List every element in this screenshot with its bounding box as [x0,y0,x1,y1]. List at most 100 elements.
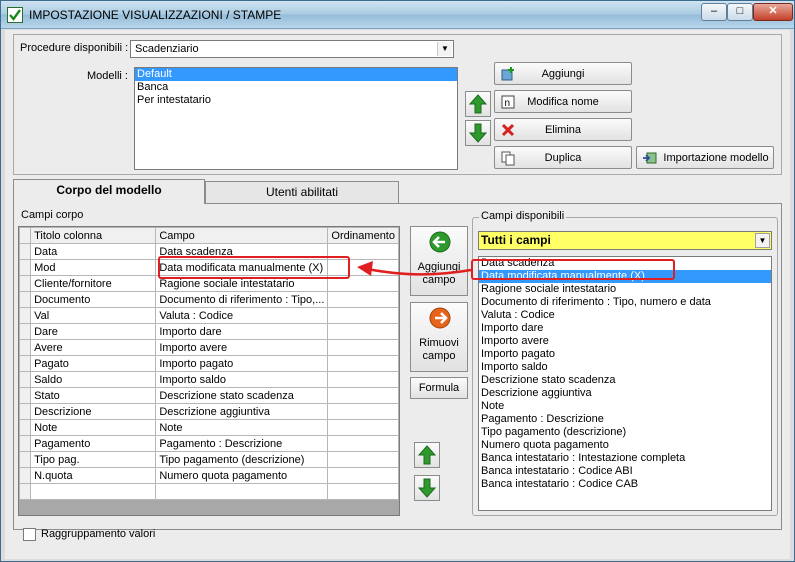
cell-ordinamento[interactable] [327,419,399,436]
cell-ordinamento[interactable] [327,403,399,420]
column-header-ordinamento[interactable]: Ordinamento [327,227,399,244]
table-row[interactable]: Descrizione Descrizione aggiuntiva [18,403,399,420]
table-row[interactable]: Val Valuta : Codice [18,307,399,324]
cell-titolo[interactable]: N.quota [30,467,157,484]
cell-ordinamento[interactable] [327,387,399,404]
list-item[interactable]: Per intestatario [135,94,457,107]
list-item[interactable]: Valuta : Codice [479,309,771,322]
rimuovi-campo-button[interactable]: Rimuovi campo [410,302,468,372]
column-header-campo[interactable]: Campo [155,227,329,244]
aggiungi-campo-button[interactable]: Aggiungi campo [410,226,468,296]
list-item[interactable]: Banca [135,81,457,94]
row-header-cell[interactable] [18,339,32,356]
formula-button[interactable]: Formula [410,377,468,399]
list-item[interactable]: Banca intestatario : Codice ABI [479,465,771,478]
cell-titolo[interactable]: Note [30,419,157,436]
row-header-cell[interactable] [18,451,32,468]
cell-campo[interactable] [155,483,329,500]
list-item[interactable]: Numero quota pagamento [479,439,771,452]
table-row[interactable]: Pagamento Pagamento : Descrizione [18,435,399,452]
cell-titolo[interactable]: Documento [30,291,157,308]
column-header-titolo[interactable]: Titolo colonna [30,227,157,244]
cell-titolo[interactable]: Stato [30,387,157,404]
table-row[interactable]: Note Note [18,419,399,436]
elimina-button[interactable]: Elimina [494,118,632,141]
table-row[interactable]: N.quota Numero quota pagamento [18,467,399,484]
field-down-button[interactable] [414,475,440,501]
cell-titolo[interactable]: Data [30,243,157,260]
cell-campo[interactable]: Pagamento : Descrizione [155,435,329,452]
table-row[interactable]: Documento Documento di riferimento : Tipo… [18,291,399,308]
duplica-button[interactable]: Duplica [494,146,632,169]
tab-corpo-modello[interactable]: Corpo del modello [13,179,205,204]
list-item[interactable]: Note [479,400,771,413]
cell-titolo[interactable]: Mod [30,259,157,276]
row-header-cell[interactable] [18,259,32,276]
table-row[interactable]: Avere Importo avere [18,339,399,356]
cell-campo[interactable]: Tipo pagamento (descrizione) [155,451,329,468]
table-row[interactable]: Dare Importo dare [18,323,399,340]
table-row[interactable] [18,483,399,500]
tab-utenti-abilitati[interactable]: Utenti abilitati [205,181,399,203]
list-item[interactable]: Importo pagato [479,348,771,361]
cell-ordinamento[interactable] [327,371,399,388]
campi-filter-select[interactable]: Tutti i campi ▼ [478,231,772,250]
cell-ordinamento[interactable] [327,291,399,308]
row-header-cell[interactable] [18,355,32,372]
cell-titolo[interactable]: Saldo [30,371,157,388]
cell-campo[interactable]: Descrizione stato scadenza [155,387,329,404]
list-item[interactable]: Ragione sociale intestatario [479,283,771,296]
cell-campo[interactable]: Importo avere [155,339,329,356]
move-up-button[interactable] [465,91,491,117]
row-header-cell[interactable] [18,403,32,420]
cell-titolo[interactable]: Dare [30,323,157,340]
row-header-cell[interactable] [18,307,32,324]
move-down-button[interactable] [465,120,491,146]
cell-campo[interactable]: Note [155,419,329,436]
cell-campo[interactable]: Valuta : Codice [155,307,329,324]
maximize-button[interactable]: □ [727,3,753,21]
cell-titolo[interactable]: Tipo pag. [30,451,157,468]
cell-campo[interactable]: Descrizione aggiuntiva [155,403,329,420]
list-item[interactable]: Tipo pagamento (descrizione) [479,426,771,439]
list-item[interactable]: Importo avere [479,335,771,348]
row-header-cell[interactable] [18,435,32,452]
cell-ordinamento[interactable] [327,435,399,452]
chevron-down-icon[interactable]: ▼ [755,233,770,248]
row-header-cell[interactable] [18,467,32,484]
title-bar[interactable]: IMPOSTAZIONE VISUALIZZAZIONI / STAMPE – … [1,1,794,29]
cell-ordinamento[interactable] [327,323,399,340]
cell-titolo[interactable]: Pagamento [30,435,157,452]
row-header-cell[interactable] [18,483,32,500]
list-item[interactable]: Banca intestatario : Intestazione comple… [479,452,771,465]
cell-campo[interactable]: Documento di riferimento : Tipo,... [155,291,329,308]
procedure-select[interactable]: Scadenziario ▼ [130,40,454,58]
raggruppamento-checkbox[interactable] [23,528,36,541]
modelli-list[interactable]: Default Banca Per intestatario [134,67,458,170]
cell-titolo[interactable]: Val [30,307,157,324]
list-item[interactable]: Descrizione aggiuntiva [479,387,771,400]
row-header-cell[interactable] [18,323,32,340]
list-item[interactable]: Descrizione stato scadenza [479,374,771,387]
cell-titolo[interactable]: Pagato [30,355,157,372]
cell-campo[interactable]: Numero quota pagamento [155,467,329,484]
cell-ordinamento[interactable] [327,355,399,372]
row-header-cell[interactable] [18,291,32,308]
cell-ordinamento[interactable] [327,451,399,468]
row-header-cell[interactable] [18,275,32,292]
table-row[interactable]: Pagato Importo pagato [18,355,399,372]
modifica-nome-button[interactable]: n Modifica nome [494,90,632,113]
field-up-button[interactable] [414,442,440,468]
list-item[interactable]: Banca intestatario : Codice CAB [479,478,771,491]
close-button[interactable]: ✕ [753,3,793,21]
table-row[interactable]: Stato Descrizione stato scadenza [18,387,399,404]
list-item[interactable]: Default [135,68,457,81]
minimize-button[interactable]: – [701,3,727,21]
cell-ordinamento[interactable] [327,307,399,324]
cell-titolo[interactable] [30,483,157,500]
row-header-cell[interactable] [18,419,32,436]
list-item[interactable]: Importo dare [479,322,771,335]
cell-titolo[interactable]: Cliente/fornitore [30,275,157,292]
chevron-down-icon[interactable]: ▼ [437,42,452,56]
campi-disponibili-list[interactable]: Data scadenza Data modificata manualmente… [478,256,772,511]
